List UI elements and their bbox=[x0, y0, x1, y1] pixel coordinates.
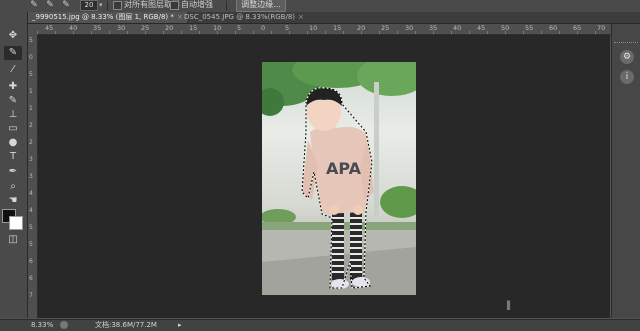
canvas-area[interactable]: APA bbox=[38, 35, 610, 318]
divider bbox=[226, 1, 227, 10]
background-color-swatch[interactable] bbox=[9, 216, 23, 230]
move-tool-icon[interactable]: ✥ bbox=[4, 29, 22, 43]
ruler-tick-label: 35 bbox=[93, 24, 102, 32]
ruler-tick-label: 5 bbox=[285, 24, 290, 32]
ruler-tick-label: 30 bbox=[405, 24, 414, 32]
brush-subtract-selection-icon[interactable]: ✎ bbox=[61, 0, 71, 10]
tab-label: _9990515.jpg @ 8.33% (图层 1, RGB/8) * bbox=[32, 13, 174, 21]
ruler-tick-label: 5 bbox=[237, 24, 242, 32]
ruler-tick-label: 45 bbox=[45, 24, 54, 32]
ruler-tick-label: 25 bbox=[141, 24, 150, 32]
tab-document-2[interactable]: DSC_0545.JPG @ 8.33%(RGB/8) × bbox=[180, 12, 308, 23]
ruler-tick-label: 20 bbox=[165, 24, 174, 32]
type-tool-icon[interactable]: T bbox=[4, 150, 22, 164]
status-info-icon[interactable] bbox=[60, 321, 68, 329]
ruler-tick-label: 70 bbox=[597, 24, 606, 32]
ruler-tick-label: 4 bbox=[29, 207, 33, 214]
ruler-tick-label: 15 bbox=[189, 24, 198, 32]
pen-tool-icon[interactable]: ✒ bbox=[4, 165, 22, 179]
auto-enhance-checkbox[interactable] bbox=[170, 1, 179, 10]
ruler-tick-label: 20 bbox=[357, 24, 366, 32]
eyedropper-tool-icon[interactable]: ⁄ bbox=[4, 63, 22, 77]
panel-dock: ⚙ i bbox=[611, 24, 640, 318]
sample-all-layers-checkbox[interactable] bbox=[113, 1, 122, 10]
brush-tool-icon[interactable]: ✎ bbox=[4, 94, 22, 108]
ruler-tick-label: 40 bbox=[453, 24, 462, 32]
ruler-tick-label: 50 bbox=[501, 24, 510, 32]
brush-new-selection-icon[interactable]: ✎ bbox=[29, 0, 39, 10]
quick-selection-tool-icon[interactable]: ✎ bbox=[4, 46, 22, 60]
status-bar: 8.33% 文档:38.6M/77.2M ▸ bbox=[0, 319, 640, 331]
zoom-level[interactable]: 8.33% bbox=[31, 320, 53, 331]
ruler-tick-label: 5 bbox=[29, 71, 33, 78]
ruler-tick-label: 4 bbox=[29, 190, 33, 197]
quick-mask-icon[interactable]: ◫ bbox=[4, 233, 22, 247]
tab-document-1[interactable]: _9990515.jpg @ 8.33% (图层 1, RGB/8) * × bbox=[28, 12, 187, 23]
ruler-tick-label: 1 bbox=[29, 105, 33, 112]
ruler-tick-label: 2 bbox=[29, 139, 33, 146]
adjustments-icon[interactable]: ⚙ bbox=[620, 50, 634, 64]
svg-text:APA: APA bbox=[326, 159, 362, 178]
brush-size-dropdown-icon[interactable]: ▾ bbox=[99, 0, 103, 10]
ruler-tick-label: 30 bbox=[117, 24, 126, 32]
ruler-tick-label: 5 bbox=[29, 224, 33, 231]
ruler-tick-label: 2 bbox=[29, 122, 33, 129]
ruler-tick-label: 3 bbox=[29, 156, 33, 163]
ruler-tick-label: 65 bbox=[573, 24, 582, 32]
refine-edge-button[interactable]: 调整边缘... bbox=[236, 0, 286, 12]
ruler-tick-label: 6 bbox=[29, 258, 33, 265]
ruler-tick-label: 5 bbox=[29, 241, 33, 248]
ruler-tick-label: 45 bbox=[477, 24, 486, 32]
ruler-tick-label: 55 bbox=[525, 24, 534, 32]
ruler-tick-label: 1 bbox=[29, 88, 33, 95]
ruler-tick-label: 0 bbox=[261, 24, 266, 32]
ruler-tick-label: 40 bbox=[69, 24, 78, 32]
ruler-tick-label: 15 bbox=[333, 24, 342, 32]
ruler-tick-label: 6 bbox=[29, 275, 33, 282]
document-tabs: _9990515.jpg @ 8.33% (图层 1, RGB/8) * × DS… bbox=[28, 12, 640, 24]
status-menu-arrow-icon[interactable]: ▸ bbox=[178, 320, 182, 331]
ruler-tick-label: 0 bbox=[29, 54, 33, 61]
auto-enhance-label: 自动增强 bbox=[181, 0, 213, 9]
ruler-tick-label: 10 bbox=[309, 24, 318, 32]
ruler-tick-label: 25 bbox=[381, 24, 390, 32]
document-size: 文档:38.6M/77.2M bbox=[95, 321, 157, 329]
brush-add-selection-icon[interactable]: ✎ bbox=[45, 0, 55, 10]
tab-label: DSC_0545.JPG @ 8.33%(RGB/8) bbox=[184, 13, 296, 21]
close-icon[interactable]: × bbox=[298, 13, 304, 21]
zoom-tool-icon[interactable]: ⌕ bbox=[4, 180, 22, 194]
dock-grip[interactable] bbox=[614, 42, 638, 45]
tools-panel: ✥ ✎ ⁄ ✚ ✎ ⊥ ▭ ● T ✒ ⌕ ☚ ◫ bbox=[0, 12, 28, 318]
ruler-tick-label: 5 bbox=[29, 37, 33, 44]
divider bbox=[107, 1, 108, 10]
ruler-tick-label: 10 bbox=[213, 24, 222, 32]
ruler-tick-label: 7 bbox=[29, 292, 33, 299]
photo-content: APA bbox=[262, 62, 416, 295]
mouse-cursor-icon: ▌ bbox=[507, 301, 514, 310]
brush-size-field[interactable]: 20 bbox=[80, 0, 98, 11]
document-photo[interactable]: APA bbox=[262, 62, 416, 295]
eraser-tool-icon[interactable]: ▭ bbox=[4, 122, 22, 136]
dodge-tool-icon[interactable]: ● bbox=[4, 136, 22, 150]
horizontal-ruler[interactable]: 45 40 35 30 25 20 15 10 5 0 5 10 15 20 25 30 35 40 45 50 55 6… bbox=[37, 24, 640, 35]
clone-stamp-tool-icon[interactable]: ⊥ bbox=[4, 108, 22, 122]
ruler-tick-label: 60 bbox=[549, 24, 558, 32]
healing-brush-tool-icon[interactable]: ✚ bbox=[4, 80, 22, 94]
ruler-tick-label: 3 bbox=[29, 173, 33, 180]
vertical-ruler[interactable]: 5 0 5 1 1 2 2 3 3 4 4 5 5 6 6 7 bbox=[28, 35, 38, 318]
hand-tool-icon[interactable]: ☚ bbox=[4, 194, 22, 208]
info-icon[interactable]: i bbox=[620, 70, 634, 84]
ruler-tick-label: 35 bbox=[429, 24, 438, 32]
